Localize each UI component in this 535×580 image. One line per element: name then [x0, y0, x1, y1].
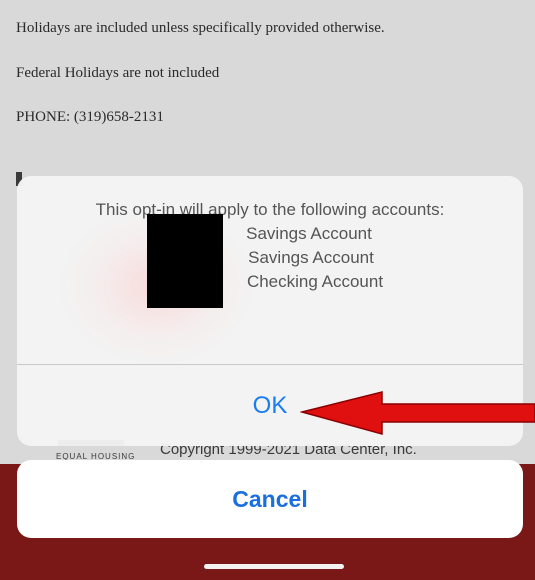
alert-message: This opt-in will apply to the following … [17, 198, 523, 294]
redaction-box [147, 214, 223, 308]
home-indicator[interactable] [204, 564, 344, 569]
alert-message-text: This opt-in will apply to the following … [95, 200, 445, 219]
phone-text: PHONE: (319)658-2131 [16, 109, 164, 125]
federal-holidays-text: Federal Holidays are not included [16, 65, 220, 81]
annotation-arrow-icon [300, 391, 535, 435]
cancel-button[interactable]: Cancel [17, 460, 523, 538]
holidays-included-text: Holidays are included unless specificall… [16, 20, 385, 36]
